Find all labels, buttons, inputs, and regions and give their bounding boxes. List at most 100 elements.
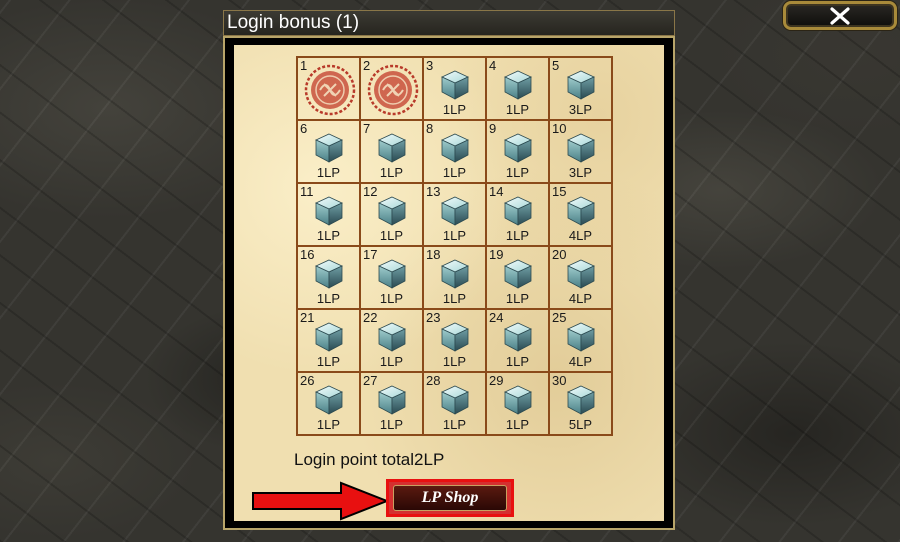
crystal-cube-icon bbox=[315, 133, 343, 163]
close-icon bbox=[830, 6, 850, 25]
day-number: 17 bbox=[363, 247, 378, 262]
calendar-day-cell: 3 1LP bbox=[424, 58, 487, 121]
calendar-day-cell: 21 1LP bbox=[298, 310, 361, 373]
crystal-cube-icon bbox=[441, 70, 469, 100]
calendar-day-cell: 13 1LP bbox=[424, 184, 487, 247]
calendar-day-cell: 2 bbox=[361, 58, 424, 121]
day-number: 20 bbox=[552, 247, 567, 262]
calendar-day-cell: 20 4LP bbox=[550, 247, 613, 310]
lp-shop-button[interactable]: LP Shop bbox=[393, 485, 507, 511]
login-calendar-grid: 1 2 3 1LP 4 1LP 5 3LP 6 1LP 7 1LP 8 1LP … bbox=[296, 56, 613, 436]
crystal-cube-icon bbox=[441, 322, 469, 352]
day-number: 12 bbox=[363, 184, 378, 199]
calendar-day-cell: 7 1LP bbox=[361, 121, 424, 184]
day-number: 9 bbox=[489, 121, 497, 136]
dialog-frame: 1 2 3 1LP 4 1LP 5 3LP 6 1LP 7 1LP 8 1LP … bbox=[223, 36, 675, 530]
calendar-day-cell: 23 1LP bbox=[424, 310, 487, 373]
crystal-cube-icon bbox=[504, 70, 532, 100]
day-number: 26 bbox=[300, 373, 315, 388]
day-reward: 1LP bbox=[442, 291, 467, 306]
day-reward: 1LP bbox=[442, 165, 467, 180]
calendar-day-cell: 16 1LP bbox=[298, 247, 361, 310]
login-bonus-dialog: Login bonus (1) 1 2 3 1LP 4 1LP 5 3LP 6 … bbox=[223, 10, 675, 530]
day-reward: 1LP bbox=[442, 354, 467, 369]
day-number: 21 bbox=[300, 310, 315, 325]
day-reward: 1LP bbox=[505, 354, 530, 369]
crystal-cube-icon bbox=[567, 196, 595, 226]
day-number: 5 bbox=[552, 58, 560, 73]
calendar-day-cell: 17 1LP bbox=[361, 247, 424, 310]
crystal-cube-icon bbox=[378, 385, 406, 415]
day-number: 8 bbox=[426, 121, 434, 136]
parchment-panel: 1 2 3 1LP 4 1LP 5 3LP 6 1LP 7 1LP 8 1LP … bbox=[234, 45, 664, 521]
day-number: 25 bbox=[552, 310, 567, 325]
crystal-cube-icon bbox=[567, 385, 595, 415]
day-reward: 1LP bbox=[316, 165, 341, 180]
day-number: 28 bbox=[426, 373, 441, 388]
calendar-day-cell: 25 4LP bbox=[550, 310, 613, 373]
crystal-cube-icon bbox=[441, 385, 469, 415]
calendar-day-cell: 28 1LP bbox=[424, 373, 487, 436]
day-number: 14 bbox=[489, 184, 504, 199]
crystal-cube-icon bbox=[504, 196, 532, 226]
day-number: 13 bbox=[426, 184, 441, 199]
calendar-day-cell: 14 1LP bbox=[487, 184, 550, 247]
calendar-day-cell: 6 1LP bbox=[298, 121, 361, 184]
crystal-cube-icon bbox=[567, 259, 595, 289]
calendar-day-cell: 18 1LP bbox=[424, 247, 487, 310]
day-number: 22 bbox=[363, 310, 378, 325]
crystal-cube-icon bbox=[504, 322, 532, 352]
day-reward: 1LP bbox=[505, 417, 530, 432]
day-number: 16 bbox=[300, 247, 315, 262]
calendar-day-cell: 9 1LP bbox=[487, 121, 550, 184]
red-arrow-icon bbox=[252, 481, 390, 521]
lp-shop-label: LP Shop bbox=[421, 489, 479, 506]
dialog-title: Login bonus (1) bbox=[227, 12, 360, 33]
day-number: 30 bbox=[552, 373, 567, 388]
day-reward: 1LP bbox=[442, 228, 467, 243]
crystal-cube-icon bbox=[378, 259, 406, 289]
calendar-day-cell: 10 3LP bbox=[550, 121, 613, 184]
calendar-day-cell: 27 1LP bbox=[361, 373, 424, 436]
claimed-stamp-icon bbox=[304, 64, 356, 116]
day-reward: 1LP bbox=[379, 291, 404, 306]
day-reward: 1LP bbox=[379, 165, 404, 180]
day-reward: 3LP bbox=[568, 165, 593, 180]
day-reward: 4LP bbox=[568, 291, 593, 306]
day-number: 18 bbox=[426, 247, 441, 262]
calendar-day-cell: 30 5LP bbox=[550, 373, 613, 436]
crystal-cube-icon bbox=[315, 385, 343, 415]
day-reward: 1LP bbox=[442, 102, 467, 117]
calendar-day-cell: 22 1LP bbox=[361, 310, 424, 373]
day-reward: 1LP bbox=[379, 417, 404, 432]
login-point-total: Login point total2LP bbox=[294, 450, 445, 469]
day-number: 11 bbox=[300, 184, 314, 199]
day-number: 7 bbox=[363, 121, 371, 136]
calendar-day-cell: 11 1LP bbox=[298, 184, 361, 247]
day-number: 19 bbox=[489, 247, 504, 262]
calendar-day-cell: 29 1LP bbox=[487, 373, 550, 436]
calendar-day-cell: 4 1LP bbox=[487, 58, 550, 121]
day-number: 4 bbox=[489, 58, 497, 73]
crystal-cube-icon bbox=[567, 133, 595, 163]
crystal-cube-icon bbox=[378, 322, 406, 352]
crystal-cube-icon bbox=[378, 133, 406, 163]
day-number: 24 bbox=[489, 310, 504, 325]
close-button[interactable] bbox=[783, 1, 897, 30]
crystal-cube-icon bbox=[567, 70, 595, 100]
day-reward: 4LP bbox=[568, 228, 593, 243]
calendar-day-cell: 19 1LP bbox=[487, 247, 550, 310]
crystal-cube-icon bbox=[504, 133, 532, 163]
day-reward: 1LP bbox=[505, 102, 530, 117]
crystal-cube-icon bbox=[441, 259, 469, 289]
calendar-day-cell: 15 4LP bbox=[550, 184, 613, 247]
day-reward: 1LP bbox=[316, 354, 341, 369]
day-number: 27 bbox=[363, 373, 378, 388]
day-reward: 1LP bbox=[379, 228, 404, 243]
crystal-cube-icon bbox=[441, 196, 469, 226]
day-reward: 1LP bbox=[316, 417, 341, 432]
day-number: 29 bbox=[489, 373, 504, 388]
day-reward: 5LP bbox=[568, 417, 593, 432]
crystal-cube-icon bbox=[567, 322, 595, 352]
lp-shop-highlight: LP Shop bbox=[386, 479, 514, 517]
